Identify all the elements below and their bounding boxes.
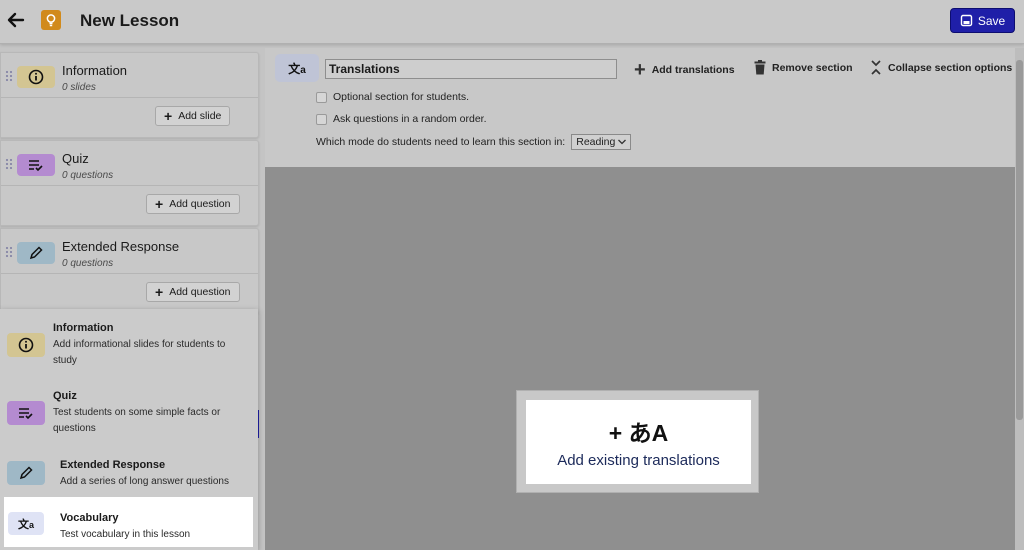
- remove-section-button[interactable]: Remove section: [754, 60, 853, 75]
- plus-icon: +: [155, 284, 164, 300]
- page-title: New Lesson: [80, 11, 180, 30]
- scrollbar[interactable]: [1015, 48, 1024, 550]
- section-card-information[interactable]: Information 0 slides + Add slide: [0, 52, 259, 138]
- pencil-icon: [7, 461, 45, 485]
- add-question-label: Add question: [169, 198, 231, 210]
- menu-item-title: Vocabulary: [60, 512, 119, 524]
- add-existing-translations-card: + あA Add existing translations: [516, 390, 759, 493]
- optional-section-checkbox[interactable]: [316, 91, 327, 103]
- menu-item-title: Quiz: [53, 390, 77, 402]
- save-label: Save: [977, 13, 1006, 28]
- pencil-icon: [17, 242, 55, 264]
- menu-item-vocabulary[interactable]: 文a Vocabulary Test vocabulary in this le…: [4, 497, 253, 547]
- save-icon: [960, 14, 973, 27]
- section-card-quiz[interactable]: Quiz 0 questions + Add question: [0, 140, 259, 226]
- drag-handle-icon[interactable]: [5, 158, 13, 170]
- optional-section-row: Optional section for students.: [316, 91, 469, 103]
- random-order-label: Ask questions in a random order.: [333, 113, 487, 125]
- mode-row: Which mode do students need to learn thi…: [316, 134, 632, 150]
- add-translation-glyph-icon: + あA: [608, 420, 669, 446]
- menu-item-desc: Add a series of long answer questions: [60, 476, 229, 487]
- collapse-label: Collapse section options: [888, 61, 1013, 74]
- add-existing-translations-label: Add existing translations: [557, 452, 720, 469]
- back-arrow-icon[interactable]: [6, 10, 26, 30]
- trash-icon: [754, 60, 766, 75]
- scrollbar-thumb[interactable]: [1016, 60, 1023, 420]
- menu-item-extended-response[interactable]: Extended Response Add a series of long a…: [0, 445, 258, 497]
- section-title: Information: [62, 63, 128, 78]
- plus-icon: +: [164, 108, 173, 124]
- quiz-list-icon: [7, 401, 45, 425]
- section-name-input[interactable]: [325, 59, 617, 79]
- drag-handle-icon[interactable]: [5, 70, 13, 82]
- section-count: 0 slides: [62, 82, 96, 93]
- plus-icon: +: [155, 196, 164, 212]
- menu-item-desc: Test vocabulary in this lesson: [60, 529, 191, 540]
- add-section-menu: Information Add informational slides for…: [0, 309, 258, 550]
- info-icon: [17, 66, 55, 88]
- translations-section-header: 文a + Add translations Remove section Col…: [265, 48, 1015, 167]
- info-icon: [7, 333, 45, 357]
- chevron-down-icon: [618, 139, 627, 145]
- section-card-extended-response[interactable]: Extended Response 0 questions + Add ques…: [0, 228, 259, 314]
- translate-icon: 文a: [8, 512, 44, 535]
- add-existing-translations-button[interactable]: + あA Add existing translations: [526, 400, 751, 484]
- section-count: 0 questions: [62, 170, 114, 181]
- collapse-options-button[interactable]: Collapse section options: [870, 60, 1012, 75]
- menu-item-quiz[interactable]: Quiz Test students on some simple facts …: [0, 377, 258, 445]
- collapse-icon: [871, 60, 881, 75]
- drag-handle-icon[interactable]: [5, 246, 13, 258]
- remove-section-label: Remove section: [772, 61, 853, 74]
- menu-item-desc: Add informational slides for students to…: [53, 339, 226, 366]
- menu-item-information[interactable]: Information Add informational slides for…: [0, 309, 258, 377]
- section-count: 0 questions: [62, 258, 114, 269]
- add-question-label: Add question: [169, 286, 231, 298]
- mode-question-label: Which mode do students need to learn thi…: [316, 136, 566, 148]
- add-slide-button[interactable]: + Add slide: [155, 106, 231, 126]
- random-order-checkbox[interactable]: [316, 113, 327, 125]
- mode-select[interactable]: Reading: [571, 134, 632, 150]
- add-translations-label: Add translations: [651, 64, 735, 76]
- menu-item-title: Information: [53, 322, 114, 334]
- quiz-list-icon: [17, 154, 55, 176]
- mode-select-value: Reading: [576, 136, 616, 148]
- translate-icon: 文a: [275, 54, 319, 82]
- save-button[interactable]: Save: [950, 8, 1015, 33]
- section-title: Quiz: [62, 151, 89, 166]
- section-title: Extended Response: [62, 239, 180, 254]
- add-question-button[interactable]: + Add question: [146, 194, 240, 214]
- add-slide-label: Add slide: [178, 110, 222, 122]
- add-question-button[interactable]: + Add question: [146, 282, 240, 302]
- menu-item-desc: Test students on some simple facts or qu…: [53, 407, 221, 434]
- lightbulb-logo-icon: [41, 10, 61, 30]
- plus-icon: +: [634, 59, 646, 81]
- add-translations-button[interactable]: + Add translations: [634, 60, 735, 80]
- top-bar: New Lesson Save: [0, 0, 1024, 44]
- optional-section-label: Optional section for students.: [333, 91, 469, 103]
- menu-item-title: Extended Response: [60, 459, 166, 471]
- random-order-row: Ask questions in a random order.: [316, 113, 487, 125]
